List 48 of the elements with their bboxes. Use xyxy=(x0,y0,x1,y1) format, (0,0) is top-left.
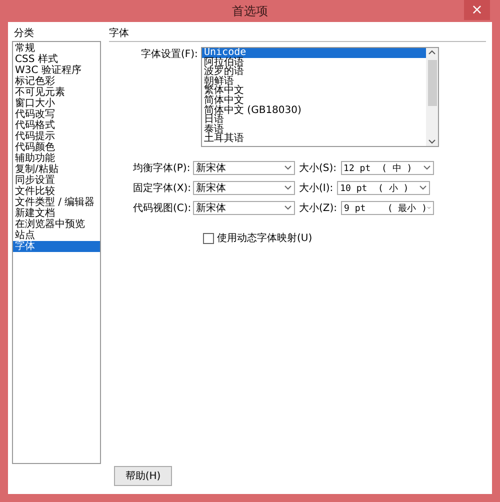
category-item[interactable]: 站点 xyxy=(13,230,100,241)
category-item[interactable]: CSS 样式 xyxy=(13,54,100,65)
category-item[interactable]: 新建文档 xyxy=(13,208,100,219)
category-item[interactable]: 不可见元素 xyxy=(13,87,100,98)
category-item[interactable]: 代码改写 xyxy=(13,109,100,120)
category-item[interactable]: 在浏览器中预览 xyxy=(13,219,100,230)
category-item[interactable]: 代码提示 xyxy=(13,131,100,142)
font-dropdown[interactable]: 新宋体 xyxy=(193,201,295,215)
category-item[interactable]: 代码颜色 xyxy=(13,142,100,153)
field-label: 固定字体(X): xyxy=(133,182,189,195)
section-heading: 字体 xyxy=(109,26,486,42)
category-item[interactable]: 代码格式 xyxy=(13,120,100,131)
encoding-option[interactable]: 繁体中文 xyxy=(202,86,426,96)
close-button[interactable]: × xyxy=(464,0,490,20)
category-item[interactable]: W3C 验证程序 xyxy=(13,65,100,76)
encoding-option[interactable]: 土耳其语 xyxy=(202,134,426,144)
size-dropdown[interactable]: 12 pt ( 中 ) xyxy=(340,161,434,175)
checkbox-label: 使用动态字体映射(U) xyxy=(217,232,312,245)
scrollbar[interactable] xyxy=(426,48,438,146)
checkbox[interactable] xyxy=(203,232,214,244)
category-item[interactable]: 常规 xyxy=(13,43,100,54)
field-label: 字体设置(F): xyxy=(141,48,197,62)
category-item[interactable]: 文件类型 / 编辑器 xyxy=(13,197,100,208)
category-item[interactable]: 窗口大小 xyxy=(13,98,100,109)
category-item[interactable]: 同步设置 xyxy=(13,175,100,186)
field-label: 大小(S): xyxy=(299,162,337,175)
category-item[interactable]: 辅助功能 xyxy=(13,153,100,164)
font-dropdown[interactable]: 新宋体 xyxy=(193,161,295,175)
encoding-option[interactable]: 朝鲜语 xyxy=(202,76,426,86)
category-item[interactable]: 文件比较 xyxy=(13,186,100,197)
category-heading: 分类 xyxy=(13,26,35,41)
field-label: 大小(Z): xyxy=(299,202,338,215)
encoding-option[interactable]: 波罗的语 xyxy=(202,67,426,77)
help-button[interactable]: 帮助(H) xyxy=(114,466,172,486)
category-item[interactable]: 复制/粘贴 xyxy=(13,164,100,175)
encoding-option[interactable]: 日语 xyxy=(202,115,426,125)
field-label: 代码视图(C): xyxy=(133,202,189,215)
encoding-option[interactable]: 阿拉伯语 xyxy=(202,58,426,68)
encoding-option[interactable]: 简体中文 (GB18030) xyxy=(202,106,426,116)
encoding-option[interactable]: 简体中文 xyxy=(202,96,426,106)
size-dropdown[interactable]: 10 pt ( 小 ) xyxy=(337,181,430,195)
category-item[interactable]: 字体 xyxy=(13,241,100,252)
size-dropdown[interactable]: 9 pt ( 最小 ) xyxy=(341,201,434,215)
window-title: 首选项 xyxy=(232,2,268,20)
field-label: 大小(I): xyxy=(299,182,334,195)
category-item[interactable]: 标记色彩 xyxy=(13,76,100,87)
field-label: 均衡字体(P): xyxy=(133,162,189,175)
font-dropdown[interactable]: 新宋体 xyxy=(193,181,295,195)
